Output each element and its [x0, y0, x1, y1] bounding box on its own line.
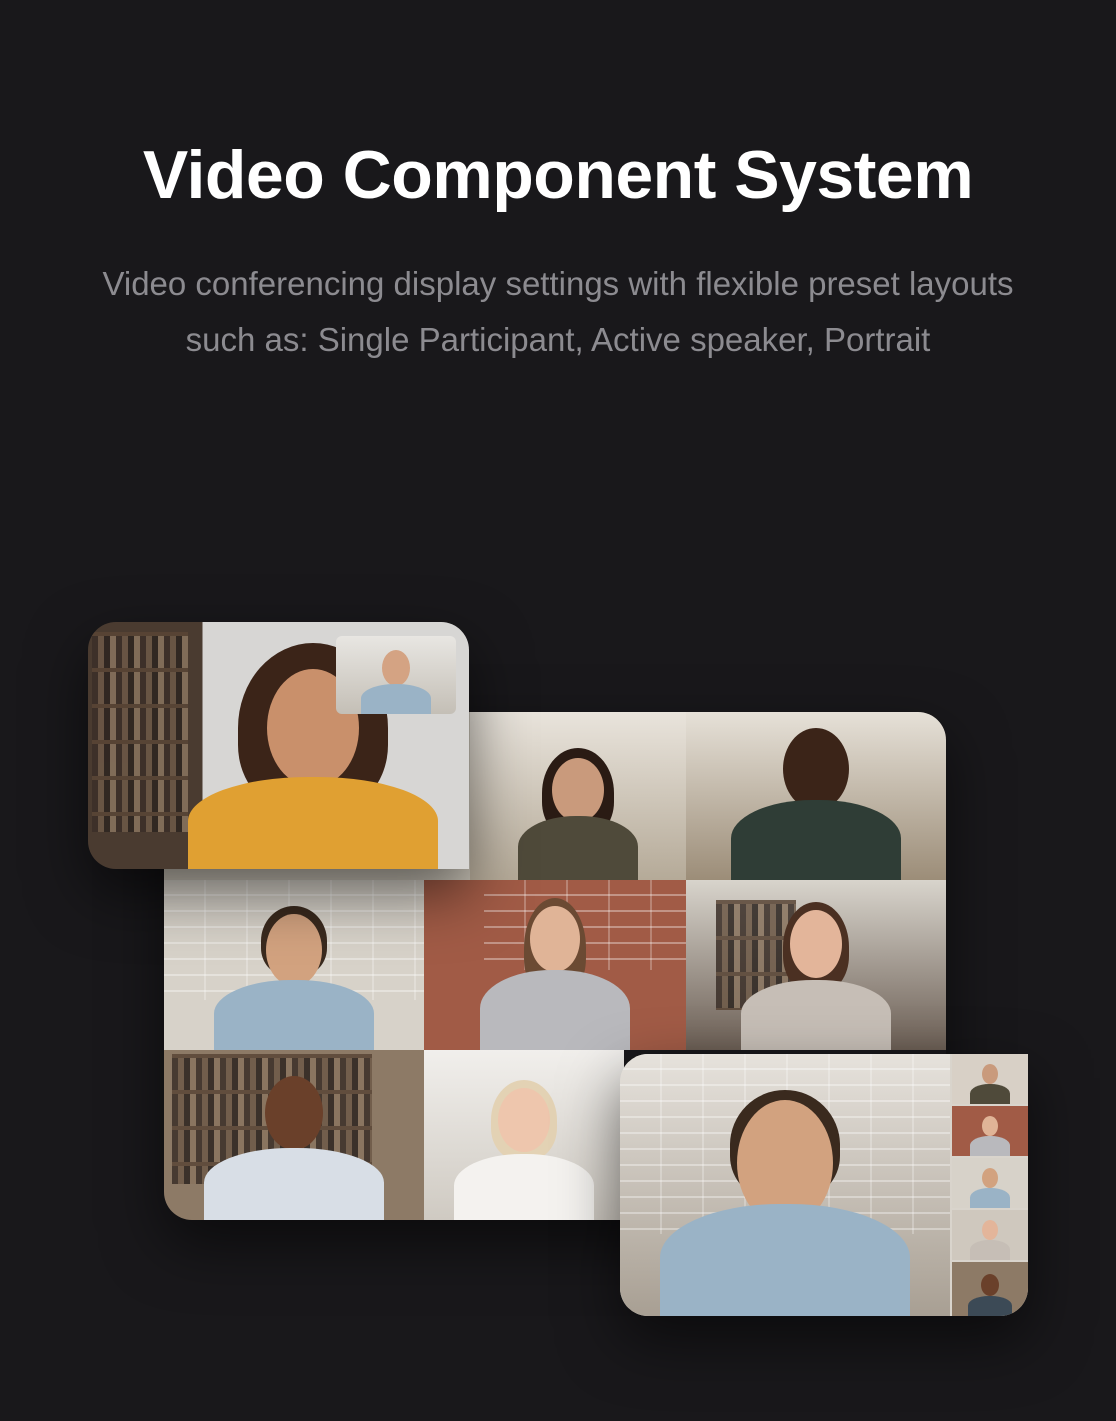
sidebar-thumbnail[interactable]	[952, 1262, 1028, 1316]
sidebar-thumbnail[interactable]	[952, 1158, 1028, 1208]
participant-tile[interactable]	[164, 880, 424, 1050]
self-view-thumbnail[interactable]	[336, 636, 456, 714]
active-speaker-card	[620, 1054, 1028, 1316]
single-participant-card	[88, 622, 469, 869]
sidebar-thumbnail[interactable]	[952, 1210, 1028, 1260]
participant-tile[interactable]	[686, 880, 946, 1050]
participant-tile[interactable]	[424, 1050, 624, 1220]
sidebar-thumbnail[interactable]	[952, 1054, 1028, 1104]
participant-tile[interactable]	[686, 712, 946, 880]
page-subtitle: Video conferencing display settings with…	[102, 265, 1014, 358]
active-speaker-tile[interactable]	[620, 1054, 950, 1316]
participant-tile[interactable]	[424, 880, 686, 1050]
participant-tile[interactable]	[470, 712, 686, 880]
page-title: Video Component System	[142, 137, 974, 213]
sidebar-thumbnail[interactable]	[952, 1106, 1028, 1156]
participant-tile[interactable]	[164, 1050, 424, 1220]
